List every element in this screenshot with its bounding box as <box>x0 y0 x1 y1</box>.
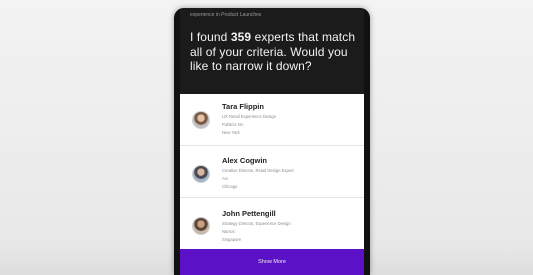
phone-device: experience in Product Launches I found 3… <box>174 8 370 275</box>
expert-name: Tara Flippin <box>222 102 264 111</box>
expert-card[interactable]: Alex Cogwin Creative Director, Retail De… <box>180 146 364 198</box>
show-more-button[interactable]: Show More <box>180 249 364 275</box>
assistant-message: I found 359 experts that match all of yo… <box>190 30 360 74</box>
expert-location: New York <box>222 130 240 135</box>
avatar <box>192 217 210 235</box>
expert-title: Strategy Director, Experience Design <box>222 221 291 226</box>
expert-company: Publicis NA <box>222 122 244 127</box>
expert-location: Singapore <box>222 237 242 242</box>
avatar <box>192 111 210 129</box>
expert-name: John Pettengill <box>222 209 276 218</box>
expert-location: Chicago <box>222 184 238 189</box>
message-prefix: I found <box>190 30 231 44</box>
expert-card[interactable]: John Pettengill Strategy Director, Exper… <box>180 198 364 249</box>
expert-title: UX Retail Experience Design <box>222 114 276 119</box>
expert-company: Narrus <box>222 229 235 234</box>
avatar <box>192 165 210 183</box>
expert-count: 359 <box>230 30 252 44</box>
expert-company: Arc <box>222 176 229 181</box>
top-caption: experience in Product Launches <box>190 12 262 18</box>
expert-title: Creative Director, Retail Design Expert <box>222 168 294 173</box>
expert-card[interactable]: Tara Flippin UX Retail Experience Design… <box>180 94 364 146</box>
expert-name: Alex Cogwin <box>222 156 268 165</box>
expert-list: Tara Flippin UX Retail Experience Design… <box>180 94 364 275</box>
phone-screen: experience in Product Launches I found 3… <box>180 8 364 275</box>
